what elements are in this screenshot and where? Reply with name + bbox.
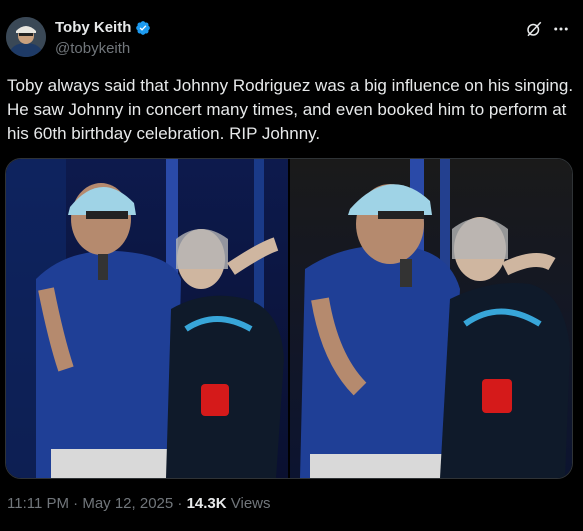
author-handle[interactable]: @tobykeith [55, 40, 130, 57]
tweet-date[interactable]: May 12, 2025 [82, 495, 173, 512]
meta-separator: · [173, 495, 187, 512]
views-label: Views [226, 495, 271, 512]
concert-photo-right[interactable] [290, 159, 572, 478]
concert-photo-icon [290, 159, 572, 478]
media-grid [5, 158, 573, 479]
tweet-text: Toby always said that Johnny Rodriguez w… [7, 76, 574, 143]
author-name[interactable]: Toby Keith [55, 19, 131, 36]
profile-photo-icon [6, 17, 46, 57]
avatar[interactable] [6, 17, 46, 57]
grok-icon[interactable] [525, 20, 543, 38]
meta-separator: · [68, 495, 83, 512]
more-icon[interactable] [551, 20, 571, 38]
verified-badge-icon [136, 20, 151, 35]
tweet-time[interactable]: 11:11 PM [7, 495, 69, 512]
concert-photo-icon [6, 159, 288, 478]
tweet-meta: 11:11 PM · May 12, 2025 · 14.3K Views [7, 495, 271, 512]
author-name-row[interactable]: Toby Keith [55, 19, 151, 36]
concert-photo-left[interactable] [6, 159, 288, 478]
views-count: 14.3K [186, 495, 227, 512]
